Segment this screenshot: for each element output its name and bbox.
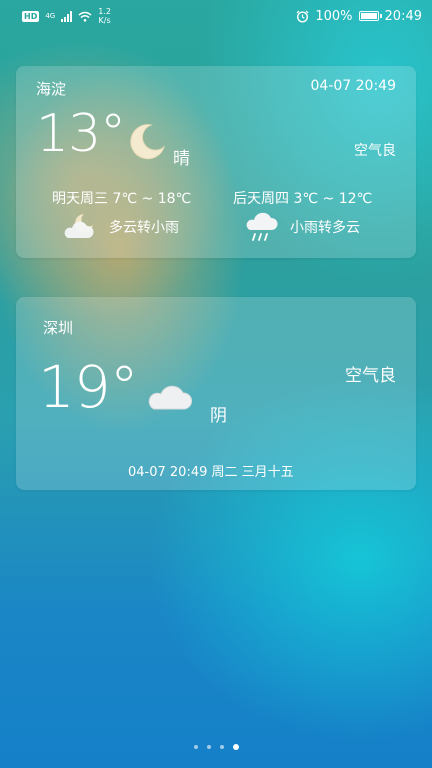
city-name: 深圳	[43, 319, 74, 337]
wifi-icon	[78, 11, 92, 22]
current-temperature: 19°	[38, 353, 139, 421]
status-left: HD 4G 1.2 K/s	[22, 7, 111, 25]
partly-cloudy-night-icon	[64, 214, 94, 238]
signal-icon	[61, 10, 73, 22]
weather-widget-haidian[interactable]: 海淀 04-07 20:49 13° 晴 空气良 明天周三 7℃ ~ 18℃ 后…	[16, 66, 416, 258]
status-right: 100% 20:49	[296, 9, 422, 24]
air-quality: 空气良	[354, 143, 396, 159]
current-temperature: 13°	[36, 104, 126, 164]
forecast-day-after-label: 后天周四 3℃ ~ 12℃	[233, 191, 373, 207]
page-dot[interactable]	[219, 745, 224, 749]
status-time: 20:49	[384, 8, 422, 24]
speed-unit: K/s	[98, 16, 111, 25]
network-type: 4G	[45, 11, 56, 20]
alarm-icon	[296, 10, 309, 23]
weather-condition: 阴	[210, 406, 227, 426]
rain-cloud-icon	[246, 212, 278, 241]
forecast-day-after-desc: 小雨转多云	[290, 220, 360, 236]
speed-value: 1.2	[98, 7, 111, 16]
moon-icon	[130, 124, 166, 160]
cloud-icon	[148, 385, 192, 410]
network-speed: 1.2 K/s	[98, 7, 111, 25]
hd-badge: HD	[22, 10, 40, 22]
page-dot[interactable]	[193, 745, 198, 749]
weather-condition: 晴	[173, 149, 190, 169]
page-indicator[interactable]	[0, 744, 432, 750]
air-quality: 空气良	[345, 366, 396, 386]
forecast-tomorrow-desc: 多云转小雨	[109, 220, 179, 236]
page-dot[interactable]	[206, 745, 211, 749]
battery-icon	[358, 11, 382, 21]
page-dot-active[interactable]	[232, 744, 239, 750]
battery-percent: 100%	[315, 8, 353, 24]
forecast-tomorrow-label: 明天周三 7℃ ~ 18℃	[52, 191, 192, 207]
update-time: 04-07 20:49	[310, 78, 396, 94]
status-bar: HD 4G 1.2 K/s 100% 20:49	[0, 0, 432, 32]
date-lunar-line: 04-07 20:49 周二 三月十五	[128, 465, 294, 480]
weather-widget-shenzhen[interactable]: 深圳 19° 阴 空气良 04-07 20:49 周二 三月十五	[16, 297, 416, 490]
city-name: 海淀	[36, 80, 67, 98]
